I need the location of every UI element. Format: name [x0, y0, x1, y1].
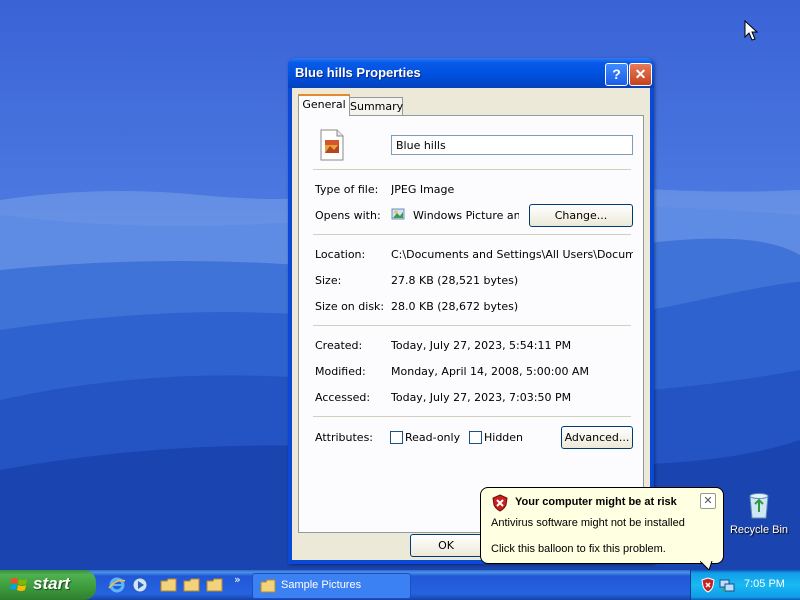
- folder-icon[interactable]: [206, 576, 224, 594]
- tab-summary-label: Summary: [350, 100, 404, 113]
- security-alert-tray-icon[interactable]: [701, 577, 715, 596]
- balloon-title: Your computer might be at risk: [515, 496, 677, 508]
- change-button[interactable]: Change...: [529, 204, 633, 227]
- internet-explorer-icon[interactable]: [108, 576, 126, 594]
- windows-logo-icon: [10, 576, 28, 599]
- picture-viewer-icon: [391, 207, 405, 224]
- recycle-bin-label: Recycle Bin: [729, 524, 789, 536]
- taskbar-item-sample-pictures[interactable]: Sample Pictures: [252, 573, 411, 599]
- close-icon: ✕: [634, 66, 647, 82]
- opens-with-value: Windows Picture and F: [413, 209, 519, 222]
- accessed-label: Accessed:: [315, 391, 371, 404]
- type-label: Type of file:: [315, 183, 379, 196]
- tab-general[interactable]: General: [298, 94, 350, 116]
- taskbar: start » Sample Pictures 7:05 PM: [0, 570, 800, 600]
- hidden-checkbox[interactable]: [469, 431, 482, 444]
- jpeg-file-icon: [319, 129, 345, 164]
- ok-button[interactable]: OK: [410, 534, 482, 557]
- opens-with-label: Opens with:: [315, 209, 381, 222]
- balloon-action-text: Click this balloon to fix this problem.: [491, 543, 666, 555]
- divider: [313, 169, 631, 170]
- mouse-cursor-icon: [744, 20, 759, 41]
- divider: [313, 416, 631, 417]
- help-button[interactable]: ?: [605, 63, 628, 86]
- dialog-title: Blue hills Properties: [295, 65, 421, 80]
- tab-summary[interactable]: Summary: [349, 97, 403, 116]
- attributes-label: Attributes:: [315, 431, 374, 444]
- tab-general-label: General: [302, 98, 346, 111]
- start-button[interactable]: start: [0, 570, 96, 600]
- taskbar-item-label: Sample Pictures: [281, 579, 362, 591]
- divider: [313, 325, 631, 326]
- help-icon: ?: [612, 66, 621, 82]
- folder-icon[interactable]: [183, 576, 201, 594]
- balloon-close-button[interactable]: ✕: [700, 493, 716, 509]
- clock[interactable]: 7:05 PM: [744, 578, 785, 590]
- recycle-bin-icon: [743, 488, 775, 520]
- media-player-icon[interactable]: [131, 576, 149, 594]
- folder-icon[interactable]: [160, 576, 178, 594]
- size-on-disk-label: Size on disk:: [315, 300, 385, 313]
- accessed-value: Today, July 27, 2023, 7:03:50 PM: [391, 391, 572, 404]
- recycle-bin-shortcut[interactable]: Recycle Bin: [724, 488, 794, 536]
- close-button[interactable]: ✕: [629, 63, 652, 86]
- read-only-checkbox[interactable]: [390, 431, 403, 444]
- close-icon: ✕: [703, 494, 713, 507]
- created-value: Today, July 27, 2023, 5:54:11 PM: [391, 339, 572, 352]
- type-value: JPEG Image: [391, 183, 455, 196]
- general-tab-panel: Blue hills Type of file: JPEG Image Open…: [298, 115, 644, 533]
- quick-launch-more-icon[interactable]: »: [234, 573, 241, 586]
- file-name-field[interactable]: Blue hills: [391, 135, 633, 155]
- advanced-button[interactable]: Advanced...: [561, 426, 633, 449]
- size-value: 27.8 KB (28,521 bytes): [391, 274, 519, 287]
- start-label: start: [33, 574, 70, 593]
- location-value: C:\Documents and Settings\All Users\Docu…: [391, 248, 633, 261]
- size-on-disk-value: 28.0 KB (28,672 bytes): [391, 300, 519, 313]
- balloon-message: Antivirus software might not be installe…: [491, 517, 685, 529]
- read-only-label[interactable]: Read-only: [405, 431, 460, 444]
- hidden-label[interactable]: Hidden: [484, 431, 523, 444]
- modified-value: Monday, April 14, 2008, 5:00:00 AM: [391, 365, 589, 378]
- network-icon[interactable]: [719, 577, 735, 596]
- system-tray: 7:05 PM: [690, 570, 800, 600]
- security-shield-icon: [491, 494, 509, 515]
- divider: [313, 234, 631, 235]
- security-alert-balloon[interactable]: Your computer might be at risk ✕ Antivir…: [480, 487, 724, 564]
- modified-label: Modified:: [315, 365, 366, 378]
- folder-icon: [260, 578, 276, 597]
- size-label: Size:: [315, 274, 342, 287]
- dialog-title-bar[interactable]: Blue hills Properties ? ✕: [288, 58, 654, 88]
- location-label: Location:: [315, 248, 366, 261]
- created-label: Created:: [315, 339, 363, 352]
